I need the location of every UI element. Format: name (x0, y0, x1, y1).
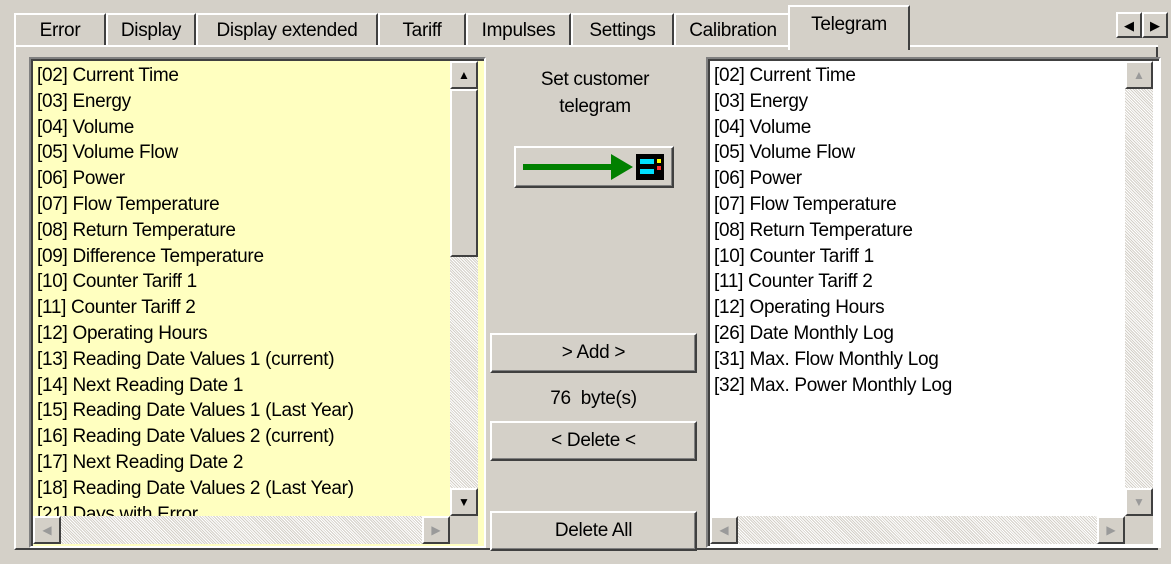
list-item[interactable]: [03] Energy (714, 89, 1124, 115)
customer-telegram-vscrollbar[interactable]: ▲ ▼ (1125, 61, 1153, 516)
scroll-up-icon[interactable]: ▲ (450, 61, 478, 89)
tab-scroll-right-icon[interactable]: ▶ (1142, 12, 1168, 38)
list-item[interactable]: [04] Volume (37, 115, 447, 141)
list-item[interactable]: [14] Next Reading Date 1 (37, 373, 447, 399)
list-item[interactable]: [15] Reading Date Values 1 (Last Year) (37, 398, 447, 424)
tab-telegram[interactable]: Telegram (788, 5, 910, 50)
scroll-corner (450, 516, 478, 544)
scroll-right-icon[interactable]: ▶ (422, 516, 450, 544)
list-item[interactable]: [10] Counter Tariff 1 (714, 244, 1124, 270)
available-values-frame: [02] Current Time [03] Energy [04] Volum… (31, 59, 484, 546)
telegram-size-value: 76 (550, 388, 571, 409)
tab-impulses[interactable]: Impulses (466, 13, 571, 47)
tab-error-label: Error (39, 20, 81, 41)
list-item[interactable]: [06] Power (37, 166, 447, 192)
list-item[interactable]: [09] Difference Temperature (37, 244, 447, 270)
tab-calibration[interactable]: Calibration (674, 13, 792, 47)
scroll-down-icon[interactable]: ▼ (1125, 488, 1153, 516)
list-item[interactable]: [17] Next Reading Date 2 (37, 450, 447, 476)
tab-settings-label: Settings (589, 20, 656, 41)
tab-strip: Error Display Display extended Tariff Im… (0, 0, 1171, 50)
tab-scroll-arrows: ◀ ▶ (1116, 12, 1168, 38)
list-item[interactable]: [06] Power (714, 166, 1124, 192)
scroll-down-icon[interactable]: ▼ (450, 488, 478, 516)
tab-divider (14, 45, 1158, 47)
scroll-left-icon[interactable]: ◀ (33, 516, 61, 544)
customer-telegram-hscrollbar[interactable]: ◀ ▶ (710, 516, 1125, 544)
list-item[interactable]: [31] Max. Flow Monthly Log (714, 347, 1124, 373)
available-values-hscrollbar[interactable]: ◀ ▶ (33, 516, 450, 544)
delete-all-button[interactable]: Delete All (490, 511, 697, 551)
list-item[interactable]: [21] Days with Error (37, 502, 447, 516)
list-item[interactable]: [12] Operating Hours (714, 295, 1124, 321)
list-item[interactable]: [04] Volume (714, 115, 1124, 141)
list-item[interactable]: [10] Counter Tariff 1 (37, 269, 447, 295)
list-item[interactable]: [07] Flow Temperature (37, 192, 447, 218)
delete-all-button-label: Delete All (554, 520, 633, 541)
scroll-corner (1125, 516, 1153, 544)
tab-tariff-label: Tariff (402, 20, 442, 41)
tab-tariff[interactable]: Tariff (378, 13, 466, 47)
tab-impulses-label: Impulses (481, 20, 556, 41)
tab-settings[interactable]: Settings (571, 13, 674, 47)
tab-display[interactable]: Display (106, 13, 196, 47)
customer-telegram-items: [02] Current Time [03] Energy [04] Volum… (714, 63, 1124, 516)
add-button[interactable]: > Add > (490, 333, 697, 373)
available-values-items: [02] Current Time [03] Energy [04] Volum… (37, 63, 447, 516)
list-item[interactable]: [07] Flow Temperature (714, 192, 1124, 218)
list-item[interactable]: [12] Operating Hours (37, 321, 447, 347)
set-customer-telegram-button[interactable] (514, 146, 674, 188)
delete-button-label: < Delete < (551, 430, 636, 451)
list-item[interactable]: [02] Current Time (37, 63, 447, 89)
tab-calibration-label: Calibration (689, 20, 777, 41)
list-item[interactable]: [16] Reading Date Values 2 (current) (37, 424, 447, 450)
tab-error[interactable]: Error (14, 13, 106, 47)
available-values-list[interactable]: [02] Current Time [03] Energy [04] Volum… (29, 57, 486, 548)
list-item[interactable]: [08] Return Temperature (37, 218, 447, 244)
scroll-up-icon[interactable]: ▲ (1125, 61, 1153, 89)
list-item[interactable]: [05] Volume Flow (37, 140, 447, 166)
list-item[interactable]: [26] Date Monthly Log (714, 321, 1124, 347)
scroll-thumb[interactable] (450, 89, 478, 257)
list-item[interactable]: [05] Volume Flow (714, 140, 1124, 166)
customer-telegram-frame: [02] Current Time [03] Energy [04] Volum… (708, 59, 1159, 546)
available-values-vscrollbar[interactable]: ▲ ▼ (450, 61, 478, 516)
scroll-right-icon[interactable]: ▶ (1097, 516, 1125, 544)
tab-scroll-left-icon[interactable]: ◀ (1116, 12, 1142, 38)
tab-display-extended[interactable]: Display extended (196, 13, 378, 47)
tab-telegram-label: Telegram (811, 13, 887, 35)
list-item[interactable]: [08] Return Temperature (714, 218, 1124, 244)
tab-display-label: Display (120, 20, 182, 41)
list-item[interactable]: [02] Current Time (714, 63, 1124, 89)
telegram-size-unit: byte(s) (580, 388, 637, 409)
customer-telegram-list[interactable]: [02] Current Time [03] Energy [04] Volum… (706, 57, 1161, 548)
list-item[interactable]: [13] Reading Date Values 1 (current) (37, 347, 447, 373)
list-item[interactable]: [11] Counter Tariff 2 (37, 295, 447, 321)
delete-button[interactable]: < Delete < (490, 421, 697, 461)
list-item[interactable]: [11] Counter Tariff 2 (714, 269, 1124, 295)
arrow-to-meter-icon (523, 154, 664, 180)
list-item[interactable]: [18] Reading Date Values 2 (Last Year) (37, 476, 447, 502)
list-item[interactable]: [03] Energy (37, 89, 447, 115)
scroll-left-icon[interactable]: ◀ (710, 516, 738, 544)
tab-display-extended-label: Display extended (216, 20, 358, 41)
telegram-size: 76 byte(s) (490, 386, 697, 412)
list-item[interactable]: [32] Max. Power Monthly Log (714, 373, 1124, 399)
add-button-label: > Add > (561, 342, 626, 363)
set-customer-telegram-label: Set customer telegram (540, 69, 650, 117)
